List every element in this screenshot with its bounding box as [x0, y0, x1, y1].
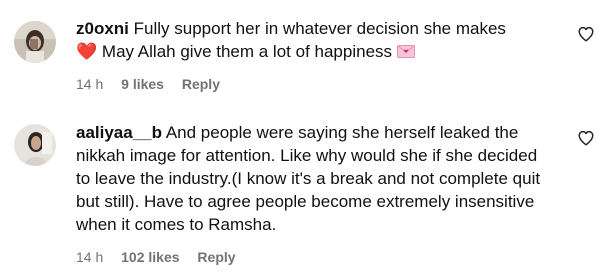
comment-line: but still). Have to agree people become …	[76, 192, 535, 211]
avatar-photo	[14, 124, 56, 166]
comment-username[interactable]: z0oxni	[76, 19, 129, 38]
avatar[interactable]	[14, 21, 56, 63]
comment-line: nikkah image for attention. Like why wou…	[76, 146, 538, 165]
reply-button[interactable]: Reply	[197, 249, 235, 265]
heart-outline-icon[interactable]	[577, 129, 595, 147]
love-letter-emoji-icon	[396, 41, 415, 58]
heart-outline-icon[interactable]	[577, 25, 595, 43]
comment-line: when it comes to Ramsha.	[76, 215, 277, 234]
comment-text: z0oxni Fully support her in whatever dec…	[76, 17, 566, 63]
reply-button[interactable]: Reply	[182, 76, 220, 92]
comment-line: And people were saying she herself leake…	[165, 123, 519, 142]
comment-line: to leave the industry.(I know it's a bre…	[76, 169, 541, 188]
comment-line: May Allah give them a lot of happiness	[101, 42, 393, 61]
heart-emoji-icon: ❤️	[76, 42, 98, 61]
comment-content: aaliyaa__b And people were saying she he…	[76, 121, 566, 265]
comment-meta: 14 h 9 likes Reply	[76, 76, 566, 92]
avatar[interactable]	[14, 124, 56, 166]
comment-username[interactable]: aaliyaa__b	[76, 123, 162, 142]
likes-count[interactable]: 102 likes	[121, 249, 179, 265]
comment-time: 14 h	[76, 76, 104, 92]
comment-time: 14 h	[76, 249, 104, 265]
comment-text: aaliyaa__b And people were saying she he…	[76, 121, 566, 236]
comment-content: z0oxni Fully support her in whatever dec…	[76, 17, 566, 92]
comment-meta: 14 h 102 likes Reply	[76, 249, 566, 265]
avatar-photo	[14, 21, 56, 63]
comments-screen: { "comments": [ { "username": "z0oxni", …	[0, 0, 611, 273]
comment-line: Fully support her in whatever decision s…	[133, 19, 506, 38]
likes-count[interactable]: 9 likes	[121, 76, 164, 92]
